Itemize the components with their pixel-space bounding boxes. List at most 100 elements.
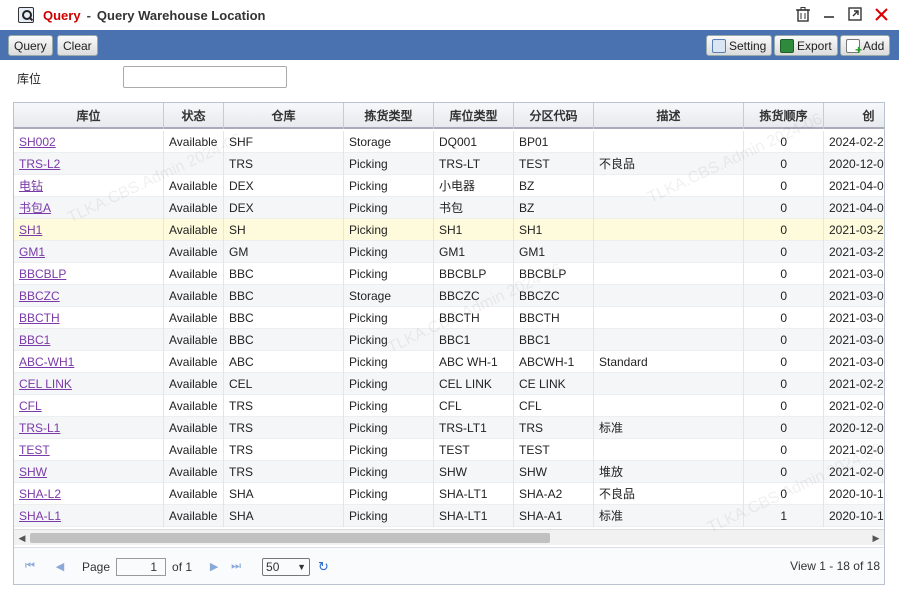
col-header-location-type[interactable]: 库位类型 <box>434 103 514 129</box>
minimize-icon[interactable] <box>821 6 837 22</box>
location-link[interactable]: BBCBLP <box>19 267 66 281</box>
table-row[interactable]: ABC-WH1 Available ABC Picking ABC WH-1 ABCWH-… <box>14 351 884 373</box>
cell-location[interactable]: 电钻 <box>14 175 164 197</box>
location-link[interactable]: TRS-L2 <box>19 157 60 171</box>
refresh-icon[interactable]: ↻ <box>318 559 329 575</box>
cell-location[interactable]: SHA-L2 <box>14 483 164 505</box>
cell-location[interactable]: SHA-L1 <box>14 505 164 527</box>
location-link[interactable]: GM1 <box>19 245 45 259</box>
location-link[interactable]: CFL <box>19 399 42 413</box>
col-header-warehouse[interactable]: 仓库 <box>224 103 344 129</box>
cell-warehouse: ABC <box>224 351 344 373</box>
location-link[interactable]: SHA-L2 <box>19 487 61 501</box>
col-header-zone-code[interactable]: 分区代码 <box>514 103 594 129</box>
horizontal-scrollbar[interactable]: ◀ ▶ <box>14 529 884 545</box>
clear-button[interactable]: Clear <box>57 35 98 56</box>
cell-location[interactable]: GM1 <box>14 241 164 263</box>
col-header-pick-sequence[interactable]: 拣货顺序 <box>744 103 824 129</box>
last-page-icon[interactable]: ⏭ <box>228 560 244 573</box>
query-button[interactable]: Query <box>8 35 53 56</box>
cell-location[interactable]: CEL LINK <box>14 373 164 395</box>
export-button[interactable]: Export <box>774 35 838 56</box>
table-row[interactable]: BBC1 Available BBC Picking BBC1 BBC1 0 2021-03-… <box>14 329 884 351</box>
cell-location[interactable]: BBCZC <box>14 285 164 307</box>
cell-location[interactable]: 书包A <box>14 197 164 219</box>
cell-location[interactable]: SHW <box>14 461 164 483</box>
table-row[interactable]: BBCTH Available BBC Picking BBCTH BBCTH 0 2021-… <box>14 307 884 329</box>
location-link[interactable]: BBCZC <box>19 289 60 303</box>
location-link[interactable]: SH002 <box>19 135 56 149</box>
page-number-input[interactable]: 1 <box>116 557 167 576</box>
cell-pick-type: Picking <box>344 439 434 461</box>
table-row[interactable]: TRS-L2 TRS Picking TRS-LT TEST 不良品 0 2020-12-0 <box>14 153 884 175</box>
cell-status <box>164 153 224 175</box>
cell-location[interactable]: BBCBLP <box>14 263 164 285</box>
cell-location[interactable]: SH1 <box>14 219 164 241</box>
cell-location[interactable]: CFL <box>14 395 164 417</box>
cell-location[interactable]: BBC1 <box>14 329 164 351</box>
location-filter-input[interactable] <box>123 66 287 88</box>
rows-per-page-select[interactable]: 50 ▼ <box>262 557 311 576</box>
cell-location-type: SH1 <box>434 219 514 241</box>
col-header-created[interactable]: 创 <box>824 103 884 129</box>
export-button-label: Export <box>797 38 832 53</box>
location-link[interactable]: TEST <box>19 443 50 457</box>
cell-pick-type: Picking <box>344 241 434 263</box>
location-link[interactable]: CEL LINK <box>19 377 72 391</box>
col-header-description[interactable]: 描述 <box>594 103 744 129</box>
table-row[interactable]: 电钻 Available DEX Picking 小电器 BZ 0 2021-04-0 <box>14 175 884 197</box>
location-link[interactable]: BBC1 <box>19 333 50 347</box>
table-row[interactable]: SHA-L2 Available SHA Picking SHA-LT1 SHA-A2 不良… <box>14 483 884 505</box>
table-row[interactable]: BBCZC Available BBC Storage BBCZC BBCZC 0 2021-… <box>14 285 884 307</box>
cell-location[interactable]: TRS-L2 <box>14 153 164 175</box>
scrollbar-thumb[interactable] <box>30 533 550 543</box>
table-row[interactable]: SHA-L1 Available SHA Picking SHA-LT1 SHA-A1 标准… <box>14 505 884 527</box>
table-row[interactable]: CFL Available TRS Picking CFL CFL 0 2021-02-0 <box>14 395 884 417</box>
location-link[interactable]: SHA-L1 <box>19 509 61 523</box>
location-link[interactable]: SH1 <box>19 223 42 237</box>
col-header-location[interactable]: 库位 <box>14 103 164 129</box>
cell-pick-type: Storage <box>344 131 434 153</box>
table-row[interactable]: TEST Available TRS Picking TEST TEST 0 2021-02-… <box>14 439 884 461</box>
cell-pick-sequence: 0 <box>744 329 824 351</box>
table-row[interactable]: GM1 Available GM Picking GM1 GM1 0 2021-03-2 <box>14 241 884 263</box>
cell-location[interactable]: ABC-WH1 <box>14 351 164 373</box>
location-link[interactable]: BBCTH <box>19 311 60 325</box>
cell-description <box>594 329 744 351</box>
table-row[interactable]: CEL LINK Available CEL Picking CEL LINK CE LI… <box>14 373 884 395</box>
cell-pick-sequence: 0 <box>744 439 824 461</box>
scroll-left-icon[interactable]: ◀ <box>16 532 28 544</box>
cell-description <box>594 219 744 241</box>
first-page-icon[interactable]: ⏮ <box>22 560 38 573</box>
table-row[interactable]: 书包A Available DEX Picking 书包 BZ 0 2021-04-0 <box>14 197 884 219</box>
cell-pick-type: Picking <box>344 395 434 417</box>
location-link[interactable]: ABC-WH1 <box>19 355 74 369</box>
table-row[interactable]: TRS-L1 Available TRS Picking TRS-LT1 TRS 标准 0 20… <box>14 417 884 439</box>
location-link[interactable]: 书包A <box>19 201 51 215</box>
scroll-right-icon[interactable]: ▶ <box>870 532 882 544</box>
cell-location[interactable]: TRS-L1 <box>14 417 164 439</box>
location-link[interactable]: 电钻 <box>19 179 43 193</box>
close-icon[interactable] <box>873 6 889 22</box>
cell-location[interactable]: BBCTH <box>14 307 164 329</box>
cell-location[interactable]: TEST <box>14 439 164 461</box>
trash-icon[interactable] <box>795 6 811 22</box>
cell-zone-code: BBC1 <box>514 329 594 351</box>
cell-created: 2021-03-0 <box>824 263 884 285</box>
add-button[interactable]: Add <box>840 35 891 57</box>
cell-created: 2021-04-0 <box>824 197 884 219</box>
setting-button[interactable]: Setting <box>706 35 773 56</box>
col-header-status[interactable]: 状态 <box>164 103 224 129</box>
col-header-pick-type[interactable]: 拣货类型 <box>344 103 434 129</box>
table-row[interactable]: SHW Available TRS Picking SHW SHW 堆放 0 2021-02-0 <box>14 461 884 483</box>
maximize-icon[interactable] <box>847 6 863 22</box>
excel-export-icon <box>780 38 794 53</box>
table-row[interactable]: SH1 Available SH Picking SH1 SH1 0 2021-03-2 <box>14 219 884 241</box>
location-link[interactable]: TRS-L1 <box>19 421 60 435</box>
location-link[interactable]: SHW <box>19 465 47 479</box>
table-row[interactable]: SH002 Available SHF Storage DQ001 BP01 0 2024-0… <box>14 131 884 153</box>
next-page-icon[interactable]: ▶ <box>206 560 222 573</box>
prev-page-icon[interactable]: ◀ <box>52 560 68 573</box>
table-row[interactable]: BBCBLP Available BBC Picking BBCBLP BBCBLP 0 20… <box>14 263 884 285</box>
cell-location[interactable]: SH002 <box>14 131 164 153</box>
